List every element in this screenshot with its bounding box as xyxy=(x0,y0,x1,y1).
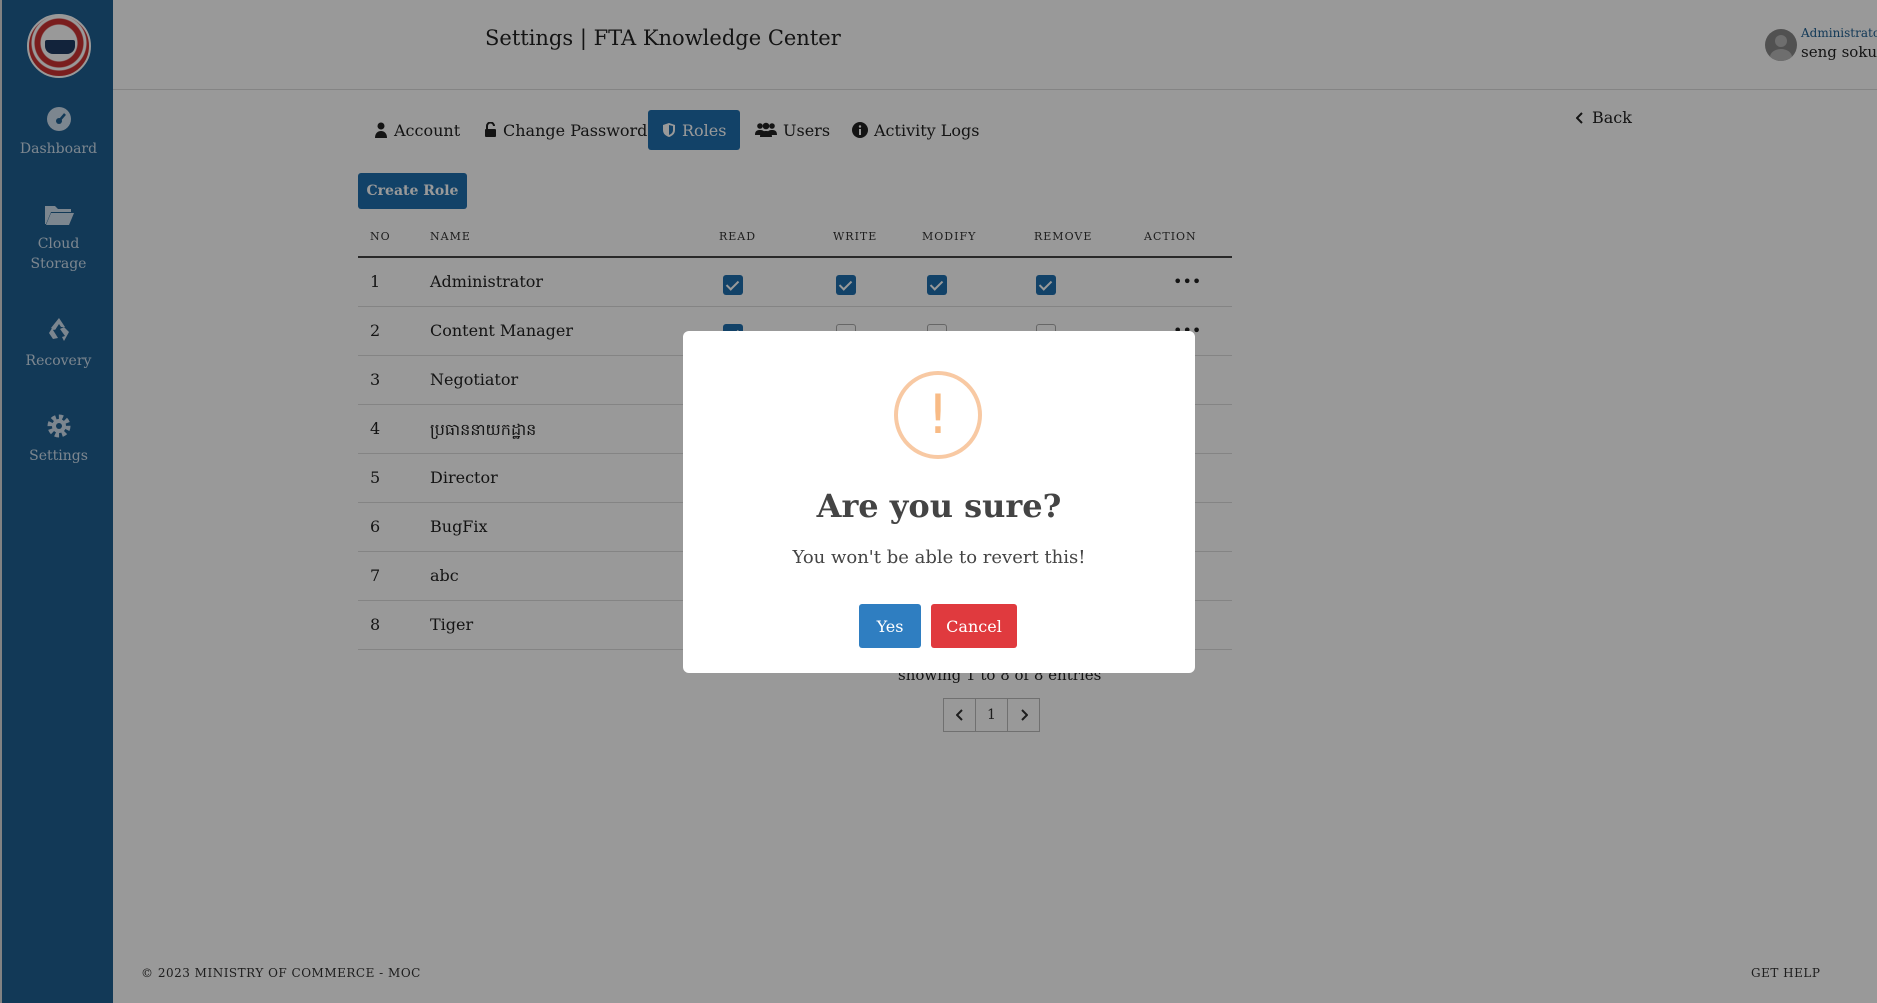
confirm-dialog: ! Are you sure? You won't be able to rev… xyxy=(683,331,1195,673)
warning-icon: ! xyxy=(894,371,982,459)
dialog-message: You won't be able to revert this! xyxy=(792,547,1086,568)
confirm-yes-button[interactable]: Yes xyxy=(859,604,921,648)
dialog-title: Are you sure? xyxy=(816,487,1062,525)
cancel-button[interactable]: Cancel xyxy=(931,604,1017,648)
